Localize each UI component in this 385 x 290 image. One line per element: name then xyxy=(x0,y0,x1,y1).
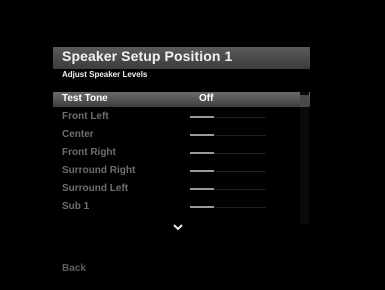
level-slider[interactable] xyxy=(190,188,266,190)
menu-item-front-left[interactable]: Front Left xyxy=(53,110,310,125)
menu-item-center[interactable]: Center xyxy=(53,128,310,143)
menu-item-sub-1[interactable]: Sub 1 xyxy=(53,200,310,215)
page-title: Speaker Setup Position 1 xyxy=(62,48,233,64)
level-slider[interactable] xyxy=(190,170,266,172)
level-slider-fill xyxy=(190,152,215,154)
menu-item-label: Test Tone xyxy=(62,93,108,104)
menu-item-label: Surround Right xyxy=(62,165,136,176)
page-subtitle: Adjust Speaker Levels xyxy=(62,70,148,79)
menu-item-label: Center xyxy=(62,129,94,140)
level-slider-fill xyxy=(190,206,215,208)
level-slider[interactable] xyxy=(190,116,266,118)
scrollbar-thumb[interactable] xyxy=(300,95,309,107)
menu-item-surround-right[interactable]: Surround Right xyxy=(53,164,310,179)
menu-item-label: Front Right xyxy=(62,147,116,158)
level-slider[interactable] xyxy=(190,152,266,154)
back-button[interactable]: Back xyxy=(62,263,86,274)
menu-item-label: Sub 1 xyxy=(62,201,90,212)
menu-item-label: Front Left xyxy=(62,111,109,122)
level-slider-fill xyxy=(190,188,215,190)
chevron-down-icon[interactable] xyxy=(172,222,184,232)
level-slider[interactable] xyxy=(190,206,266,208)
level-slider-fill xyxy=(190,134,215,136)
menu-item-label: Surround Left xyxy=(62,183,129,194)
menu-item-surround-left[interactable]: Surround Left xyxy=(53,182,310,197)
menu-item-test-tone[interactable]: Test Tone Off xyxy=(53,92,310,107)
speaker-setup-screen: Speaker Setup Position 1 Adjust Speaker … xyxy=(0,0,385,290)
menu-item-value: Off xyxy=(199,93,214,104)
menu-item-front-right[interactable]: Front Right xyxy=(53,146,310,161)
level-slider-fill xyxy=(190,116,215,118)
scrollbar[interactable] xyxy=(300,92,309,224)
level-slider-fill xyxy=(190,170,215,172)
level-slider[interactable] xyxy=(190,134,266,136)
